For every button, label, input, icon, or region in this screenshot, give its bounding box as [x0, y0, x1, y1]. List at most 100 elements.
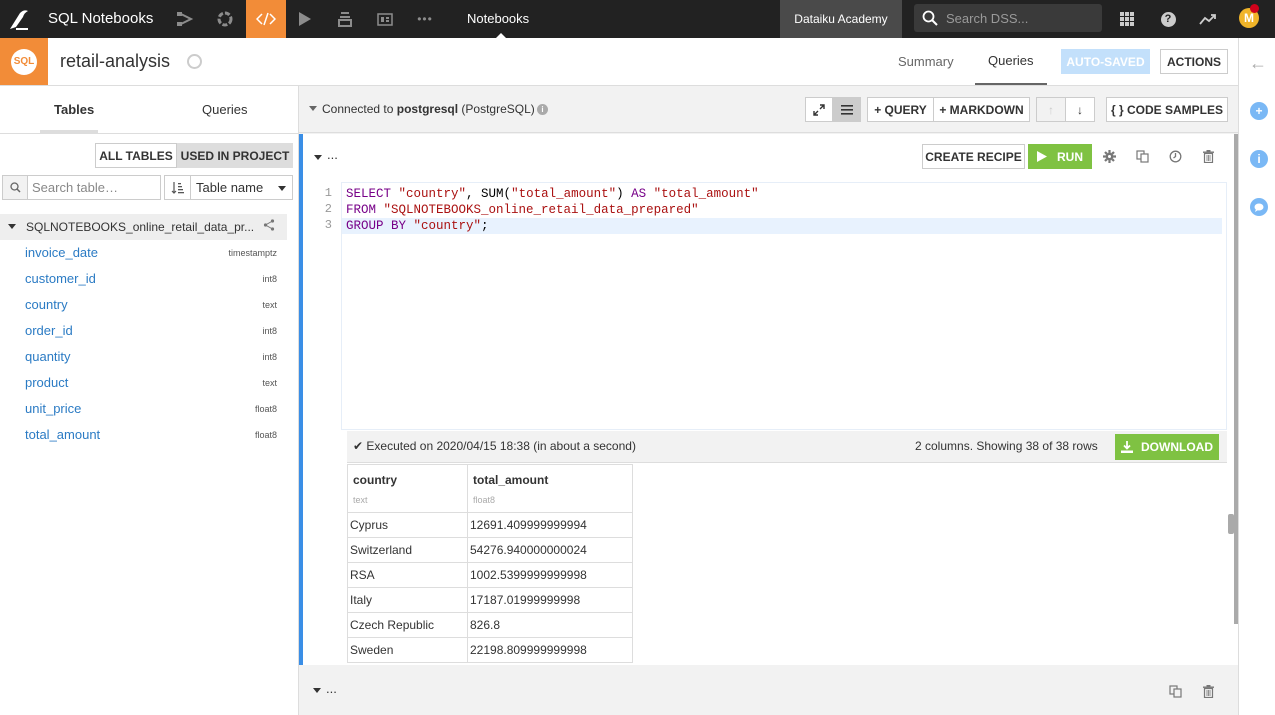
table-cell[interactable]: 17187.01999999998 [467, 587, 633, 613]
column-item[interactable]: total_amount float8 [0, 422, 287, 448]
list-view-button[interactable] [833, 97, 861, 122]
dataiku-bird-logo[interactable] [6, 7, 32, 31]
column-item[interactable]: unit_price float8 [0, 396, 287, 422]
activity-trend-icon[interactable] [1198, 9, 1218, 29]
section-label-notebooks[interactable]: Notebooks [467, 11, 529, 26]
notebook-title[interactable]: retail-analysis [60, 51, 170, 72]
apps-grid-icon[interactable] [1117, 9, 1137, 29]
table-entry[interactable]: SQLNOTEBOOKS_online_retail_data_pr... [0, 214, 287, 240]
info-circle-icon[interactable]: i [1250, 150, 1268, 168]
table-cell[interactable]: Czech Republic [347, 612, 468, 638]
navigator-icon[interactable] [187, 54, 202, 69]
code-line[interactable]: GROUP BY "country"; [342, 218, 1222, 234]
table-cell[interactable]: Italy [347, 587, 468, 613]
trash-icon[interactable] [1200, 148, 1216, 164]
column-name[interactable]: order_id [25, 323, 73, 338]
table-name[interactable]: SQLNOTEBOOKS_online_retail_data_pr... [26, 220, 254, 234]
sort-direction-button[interactable] [164, 175, 191, 200]
table-cell[interactable]: 54276.940000000024 [467, 537, 633, 563]
tab-tables[interactable]: Tables [54, 86, 94, 133]
column-name[interactable]: unit_price [25, 401, 81, 416]
global-search[interactable] [914, 4, 1102, 32]
code-samples-button[interactable]: { } CODE SAMPLES [1106, 97, 1228, 122]
duplicate-icon[interactable] [1167, 683, 1183, 699]
column-name[interactable]: customer_id [25, 271, 96, 286]
column-item[interactable]: invoice_date timestamptz [0, 240, 287, 266]
scrollbar-thumb[interactable] [1228, 514, 1234, 534]
tab-left-queries[interactable]: Queries [202, 86, 248, 133]
query-cell[interactable]: ... CREATE RECIPE RUN 1 SELECT "country",… [299, 134, 1233, 665]
table-cell[interactable]: Switzerland [347, 537, 468, 563]
code-line[interactable]: FROM "SQLNOTEBOOKS_online_retail_data_pr… [346, 202, 1226, 218]
cell-title[interactable]: ... [326, 681, 337, 696]
share-icon[interactable] [263, 219, 275, 234]
cell-title[interactable]: ... [327, 147, 338, 162]
table-search-input[interactable] [32, 179, 157, 196]
table-cell[interactable]: 826.8 [467, 612, 633, 638]
table-cell[interactable]: Sweden [347, 637, 468, 663]
sort-by-select[interactable]: Table name [191, 175, 293, 200]
add-circle-icon[interactable]: + [1250, 102, 1268, 120]
column-item[interactable]: order_id int8 [0, 318, 287, 344]
arrow-left-icon[interactable]: ← [1249, 53, 1267, 74]
connection-status[interactable]: Connected to postgresql (PostgreSQL) [322, 102, 535, 116]
table-cell[interactable]: 1002.5399999999998 [467, 562, 633, 588]
table-cell[interactable]: 12691.409999999994 [467, 512, 633, 538]
comment-icon[interactable] [1250, 198, 1268, 216]
collapse-triangle-icon[interactable] [313, 688, 321, 693]
table-cell[interactable]: 22198.809999999998 [467, 637, 633, 663]
column-name[interactable]: quantity [25, 349, 71, 364]
dashboard-icon[interactable] [365, 0, 405, 38]
collapse-triangle-icon[interactable] [8, 224, 16, 229]
move-down-button[interactable]: ↓ [1065, 97, 1095, 122]
results-column-header[interactable]: total_amount float8 [467, 464, 633, 513]
tab-queries[interactable]: Queries [975, 38, 1047, 85]
global-search-input[interactable] [946, 9, 1096, 27]
download-button[interactable]: DOWNLOAD [1115, 434, 1219, 460]
trash-icon[interactable] [1200, 683, 1216, 699]
tab-summary[interactable]: Summary [898, 38, 954, 85]
add-markdown-button[interactable]: + MARKDOWN [933, 97, 1030, 122]
column-name[interactable]: invoice_date [25, 245, 98, 260]
table-cell[interactable]: RSA [347, 562, 468, 588]
used-in-project-filter[interactable]: USED IN PROJECT [177, 143, 293, 168]
expand-button[interactable] [805, 97, 833, 122]
run-button[interactable]: RUN [1028, 144, 1092, 169]
move-up-button[interactable]: ↑ [1036, 97, 1066, 122]
column-item[interactable]: product text [0, 370, 287, 396]
sql-code-editor[interactable]: 1 SELECT "country", SUM("total_amount") A… [325, 182, 1227, 430]
project-title[interactable]: SQL Notebooks [48, 10, 153, 27]
table-cell[interactable]: Cyprus [347, 512, 468, 538]
info-icon[interactable]: i [537, 104, 548, 115]
column-item[interactable]: country text [0, 292, 287, 318]
add-query-button[interactable]: + QUERY [867, 97, 934, 122]
all-tables-filter[interactable]: ALL TABLES [95, 143, 177, 168]
code-line[interactable]: SELECT "country", SUM("total_amount") AS… [346, 186, 1226, 202]
more-icon[interactable]: ••• [405, 0, 445, 38]
list-icon [841, 104, 853, 115]
run-icon[interactable] [285, 0, 325, 38]
vertical-scrollbar[interactable] [1228, 134, 1238, 665]
settings-gear-icon[interactable] [1101, 148, 1117, 164]
column-item[interactable]: quantity int8 [0, 344, 287, 370]
column-name[interactable]: country [25, 297, 68, 312]
query-cell-collapsed[interactable]: ... [299, 667, 1233, 715]
table-search[interactable] [2, 175, 161, 200]
history-clock-icon[interactable] [1167, 148, 1183, 164]
collapse-triangle-icon[interactable] [314, 155, 322, 160]
workspace-button[interactable]: Dataiku Academy [780, 0, 902, 38]
column-item[interactable]: customer_id int8 [0, 266, 287, 292]
create-recipe-button[interactable]: CREATE RECIPE [922, 144, 1025, 169]
flow-icon[interactable] [165, 0, 205, 38]
help-icon[interactable]: ? [1158, 9, 1178, 29]
code-icon[interactable] [246, 0, 286, 38]
deploy-icon[interactable] [325, 0, 365, 38]
column-name[interactable]: total_amount [25, 427, 100, 442]
collapse-triangle-icon[interactable] [309, 106, 317, 111]
results-column-header[interactable]: country text [347, 464, 468, 513]
datasets-icon[interactable] [205, 0, 245, 38]
column-name[interactable]: product [25, 375, 68, 390]
actions-button[interactable]: ACTIONS [1160, 49, 1228, 74]
duplicate-icon[interactable] [1134, 148, 1150, 164]
scrollbar-track[interactable] [1234, 134, 1238, 624]
